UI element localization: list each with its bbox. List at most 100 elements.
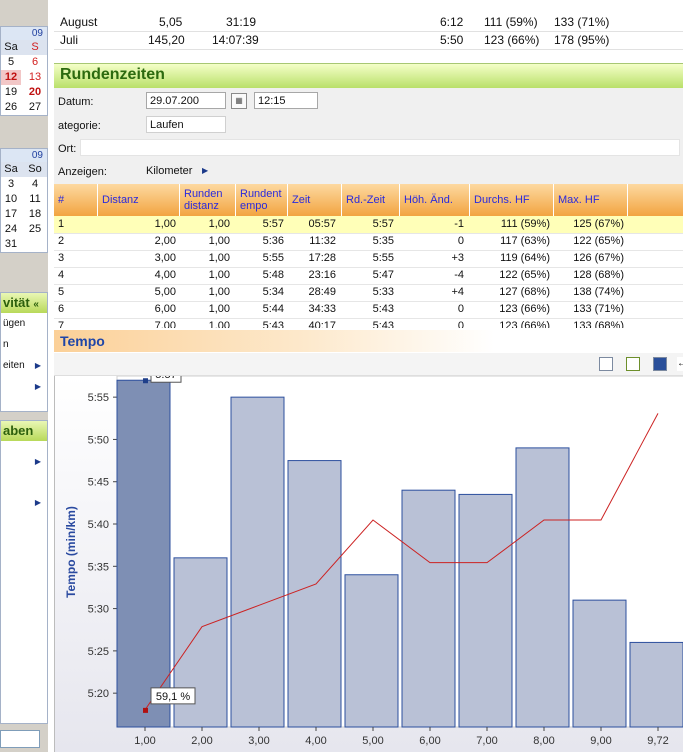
anzeigen-dropdown[interactable]: Kilometer — [146, 165, 192, 177]
lap-pace: 5:48 — [262, 269, 284, 281]
column-header[interactable]: Durchs. HF — [470, 184, 554, 216]
y-tick-label: 5:20 — [88, 688, 109, 700]
column-header[interactable]: Zeit — [288, 184, 342, 216]
calendar-day[interactable]: 4 — [25, 177, 45, 192]
activity-menu-item[interactable]: ügen — [1, 313, 47, 334]
calendar-day[interactable]: 5 — [1, 55, 21, 70]
summary-row[interactable]: Juli 145,20 14:07:39 5:50 123 (66%) 178 … — [54, 32, 683, 50]
summary-avg-hf: 111 (59%) — [484, 15, 538, 29]
double-chevron-up-icon[interactable]: « — [33, 299, 39, 310]
annotation-marker — [143, 707, 148, 713]
table-row[interactable]: 4 4,00 1,00 5:48 23:16 5:47 -4 122 (65%) 128 (68… — [54, 267, 683, 285]
summary-row[interactable]: August 5,05 31:19 6:12 111 (59%) 133 (71… — [54, 14, 683, 32]
calendar-day[interactable]: 10 — [1, 192, 21, 207]
lap-avg-hf: 127 (68%) — [499, 286, 550, 298]
calendar-day[interactable]: 27 — [25, 100, 45, 115]
lap-number: 2 — [58, 235, 65, 247]
calendar-day-selected[interactable]: 12 — [1, 70, 21, 85]
calendar-icon[interactable]: ▦ — [231, 93, 247, 109]
lap-avg-hf: 123 (66%) — [499, 320, 550, 328]
summary-time: 31:19 — [226, 15, 257, 29]
activity-menu-item[interactable]: n — [1, 334, 47, 355]
monthly-summary-table: August 5,05 31:19 6:12 111 (59%) 133 (71… — [54, 14, 683, 50]
column-header[interactable]: Runden distanz — [180, 184, 236, 216]
lap-distance: 3,00 — [154, 252, 176, 264]
calendar-day[interactable]: 3 — [1, 177, 21, 192]
lap-number: 4 — [58, 269, 65, 281]
anzeigen-label: Anzeigen: — [58, 166, 107, 178]
lap-round-distance: 1,00 — [208, 252, 230, 264]
save-icon[interactable] — [653, 357, 667, 371]
y-tick-label: 5:30 — [88, 604, 109, 616]
table-row[interactable]: 6 6,00 1,00 5:44 34:33 5:43 0 123 (66%) 133 (71%… — [54, 301, 683, 319]
rundenzeiten-header[interactable]: Rundenzeiten — [54, 63, 683, 89]
calendar-day[interactable]: 19 — [1, 85, 21, 100]
calendar-day[interactable]: 18 — [25, 207, 45, 222]
lap-number: 5 — [58, 286, 65, 298]
x-tick-label: 8,00 — [533, 735, 554, 747]
activity-panel-title[interactable]: vität « — [1, 293, 47, 313]
table-row[interactable]: 1 1,00 1,00 5:57 05:57 5:57 -1 111 (59%) 125 (67… — [54, 216, 683, 234]
triangle-right-icon: ▶ — [34, 498, 41, 507]
tempo-panel-header[interactable]: Tempo — [54, 330, 683, 352]
column-header[interactable]: Höh. Änd. — [400, 184, 470, 216]
rundenzeiten-title: Rundenzeiten — [60, 66, 165, 83]
lap-elevation: 0 — [457, 235, 464, 247]
tempo-chart: 5:20 5:25 5:30 5:35 5:40 5:45 5:50 5:55 Tempo (m… — [54, 365, 683, 752]
calendar-day[interactable]: 26 — [1, 100, 21, 115]
calendar-day[interactable]: 6 — [25, 55, 45, 70]
arrow-icon[interactable]: ← — [677, 357, 683, 371]
lap-time: 23:16 — [308, 269, 336, 281]
lap-avg-hf: 123 (66%) — [499, 303, 550, 315]
lap-distance: 1,00 — [154, 218, 176, 230]
triangle-right-icon[interactable]: ▶ — [202, 166, 208, 175]
lap-distance: 7,00 — [154, 320, 176, 328]
calendar-day[interactable]: 20 — [25, 85, 45, 100]
table-row[interactable]: 5 5,00 1,00 5:34 28:49 5:33 +4 127 (68%) 138 (74… — [54, 284, 683, 302]
lap-elevation: -4 — [454, 269, 464, 281]
column-header[interactable]: Rundent empo — [236, 184, 288, 216]
calendar-day[interactable]: 24 — [1, 222, 21, 237]
activity-menu-item[interactable]: ▶ — [1, 376, 47, 397]
chart-edit-icon[interactable] — [626, 357, 640, 371]
tasks-panel-title[interactable]: aben — [1, 421, 47, 441]
laps-table-header: # Distanz Runden distanz Rundent empo Ze… — [54, 184, 683, 216]
lap-split-time: 5:35 — [372, 235, 394, 247]
lap-distance: 6,00 — [154, 303, 176, 315]
summary-pace: 5:50 — [440, 33, 464, 47]
tasks-menu-item[interactable]: ▶ — [1, 451, 47, 472]
column-header[interactable]: # — [54, 184, 98, 216]
table-row[interactable]: 7 7,00 1,00 5:43 40:17 5:43 0 123 (66%) 133 (68%… — [54, 318, 683, 328]
menu-item-label: ügen — [3, 318, 26, 329]
column-header[interactable]: Rd.-Zeit — [342, 184, 400, 216]
chart-toolbar: ← — [54, 353, 683, 376]
column-header[interactable]: Distanz — [98, 184, 180, 216]
lap-time: 34:33 — [308, 303, 336, 315]
time-field[interactable]: 12:15 — [254, 92, 318, 109]
annotation-marker — [143, 378, 148, 384]
lap-number: 7 — [58, 320, 65, 328]
tasks-menu-item[interactable]: ▶ — [1, 492, 47, 513]
annotation-label: 5:57 — [155, 376, 176, 381]
chart-bar — [572, 599, 627, 728]
sidebar-search-input[interactable] — [0, 730, 40, 748]
calendar-day[interactable]: 13 — [25, 70, 45, 85]
activity-menu-item[interactable]: eiten ▶ — [1, 355, 47, 376]
table-row[interactable]: 2 2,00 1,00 5:36 11:32 5:35 0 117 (63%) 122 (65%… — [54, 233, 683, 251]
kategorie-field[interactable]: Laufen — [146, 116, 226, 133]
lap-split-time: 5:33 — [372, 286, 394, 298]
calendar-day[interactable]: 31 — [1, 237, 21, 252]
grid-icon[interactable] — [599, 357, 613, 371]
table-row[interactable]: 3 3,00 1,00 5:55 17:28 5:55 +3 119 (64%) 126 (67… — [54, 250, 683, 268]
lap-split-time: 5:47 — [372, 269, 394, 281]
datum-field[interactable]: 29.07.200 — [146, 92, 226, 109]
calendar-day[interactable]: 17 — [1, 207, 21, 222]
calendar-day[interactable]: 25 — [25, 222, 45, 237]
lap-avg-hf: 122 (65%) — [499, 269, 550, 281]
calendar-week-row: 3 4 — [1, 177, 47, 192]
calendar-day[interactable]: 11 — [25, 192, 45, 207]
activity-panel-label: vität — [3, 295, 30, 310]
column-header[interactable]: Max. HF — [554, 184, 628, 216]
lap-elevation: 0 — [457, 320, 464, 328]
ort-field[interactable] — [80, 139, 680, 156]
